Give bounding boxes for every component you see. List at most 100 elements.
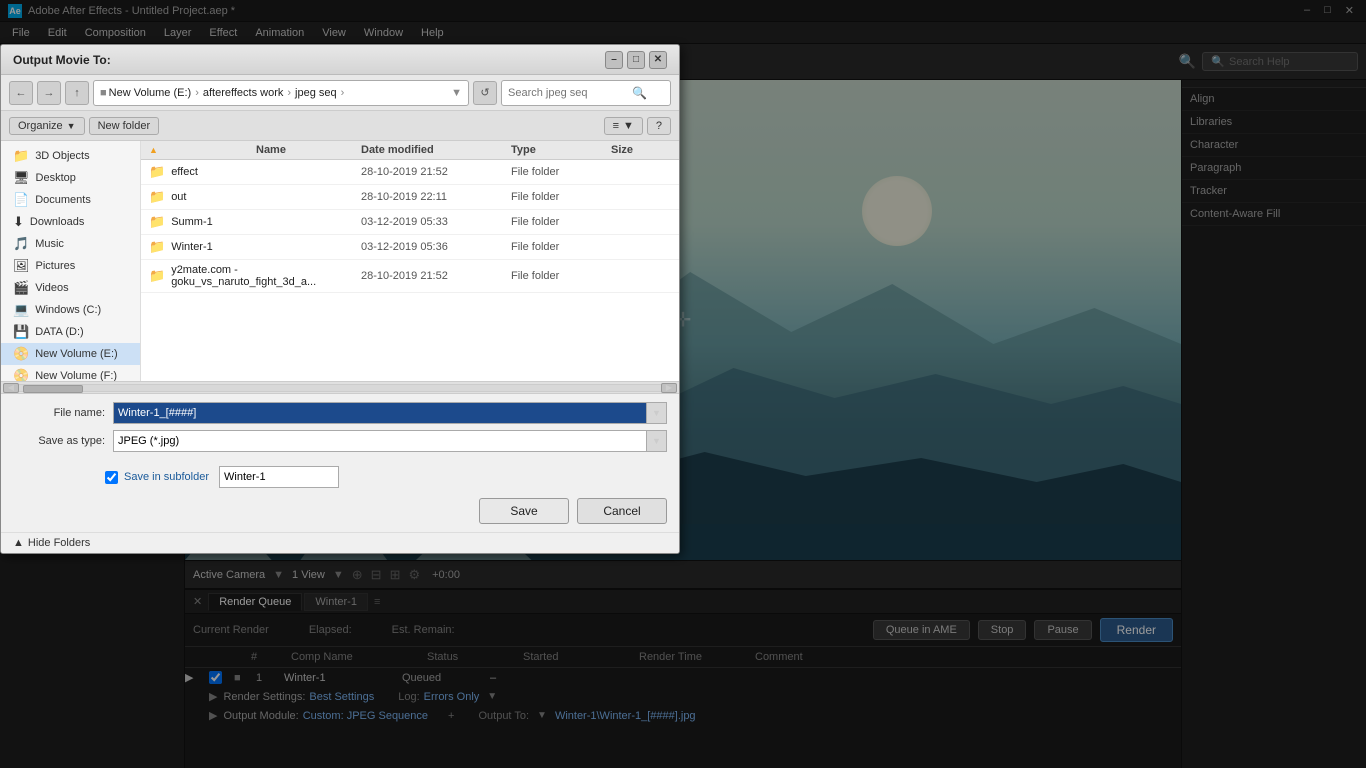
file-name: y2mate.com - goku_vs_naruto_fight_3d_a..… [171, 264, 361, 288]
dialog-overlay: Output Movie To: – □ ✕ ← → ↑ ■ New Volum… [0, 0, 1366, 768]
col-header-name[interactable]: Name [256, 144, 361, 156]
file-row[interactable]: 📁 Summ-1 03-12-2019 05:33 File folder [141, 210, 679, 235]
view-toggle-button[interactable]: ≡ ▼ [604, 117, 643, 135]
scroll-left-btn[interactable]: ◀ [3, 383, 19, 393]
file-list: ▲ Name Date modified Type Size 📁 effect … [141, 141, 679, 381]
help-button[interactable]: ? [647, 117, 671, 135]
file-name: out [171, 191, 361, 203]
dialog-search-box: 🔍 [501, 80, 671, 106]
sidebar-nav: 📁 3D Objects 🖥 Desktop 📄 Documents ⬇ Dow… [1, 141, 141, 381]
breadcrumb-drive[interactable]: New Volume (E:) [109, 87, 192, 99]
view-controls: ≡ ▼ ? [604, 117, 671, 135]
videos-icon: 🎬 [13, 280, 29, 296]
horizontal-scrollbar[interactable]: ◀ ▶ [1, 381, 679, 393]
col-header-type[interactable]: Type [511, 144, 611, 156]
file-name: Winter-1 [171, 241, 361, 253]
sort-name-icon[interactable]: ▲ [149, 145, 254, 155]
drive-d-icon: 💾 [13, 324, 29, 340]
scroll-track [19, 384, 661, 392]
file-name-row: File name: ▼ [13, 402, 667, 424]
file-row[interactable]: 📁 effect 28-10-2019 21:52 File folder [141, 160, 679, 185]
dialog-body: 📁 3D Objects 🖥 Desktop 📄 Documents ⬇ Dow… [1, 141, 679, 381]
dialog-win-controls: – □ ✕ [605, 51, 667, 69]
file-date: 03-12-2019 05:36 [361, 241, 511, 253]
scroll-right-btn[interactable]: ▶ [661, 383, 677, 393]
hide-folders-label[interactable]: Hide Folders [28, 537, 90, 549]
folder-icon: 📁 [149, 189, 165, 205]
pictures-icon: 🖼 [13, 258, 30, 274]
file-name-label: File name: [13, 407, 113, 419]
new-folder-button[interactable]: New folder [89, 117, 160, 135]
save-as-type-row: Save as type: ▼ [13, 430, 667, 452]
organize-dropdown-icon: ▼ [67, 121, 76, 131]
sep2: › [287, 87, 291, 99]
subfolder-name-input[interactable] [219, 466, 339, 488]
save-button[interactable]: Save [479, 498, 569, 524]
folder-icon: 📁 [149, 239, 165, 255]
folder-icon: 📁 [13, 148, 29, 164]
sidebar-new-volume-f[interactable]: 📀 New Volume (F:) [1, 365, 140, 381]
col-header-date[interactable]: Date modified [361, 144, 511, 156]
dialog-search-input[interactable] [508, 87, 628, 99]
sidebar-3d-objects[interactable]: 📁 3D Objects [1, 145, 140, 167]
file-date: 28-10-2019 21:52 [361, 270, 511, 282]
subfolder-label[interactable]: Save in subfolder [124, 471, 209, 483]
dialog-nav: ← → ↑ ■ New Volume (E:) › aftereffects w… [1, 75, 679, 111]
nav-up-button[interactable]: ↑ [65, 81, 89, 105]
hide-folders-toggle[interactable]: ▲ [13, 537, 24, 549]
breadcrumb-subfolder[interactable]: jpeg seq [295, 87, 337, 99]
subfolder-checkbox[interactable] [105, 471, 118, 484]
file-type: File folder [511, 270, 611, 282]
file-name-input[interactable] [113, 402, 647, 424]
documents-icon: 📄 [13, 192, 29, 208]
dialog-minimize-button[interactable]: – [605, 51, 623, 69]
save-as-type-label: Save as type: [13, 435, 113, 447]
sidebar-new-volume-e[interactable]: 📀 New Volume (E:) [1, 343, 140, 365]
sidebar-pictures[interactable]: 🖼 Pictures [1, 255, 140, 277]
folder-icon: 📁 [149, 268, 165, 284]
drive-e-icon: 📀 [13, 346, 29, 362]
dialog-title: Output Movie To: [13, 53, 111, 67]
sidebar-music[interactable]: 🎵 Music [1, 233, 140, 255]
sidebar-data-d[interactable]: 💾 DATA (D:) [1, 321, 140, 343]
sidebar-windows-c[interactable]: 💻 Windows (C:) [1, 299, 140, 321]
folder-icon: 📁 [149, 214, 165, 230]
file-date: 28-10-2019 22:11 [361, 191, 511, 203]
dialog-form: File name: ▼ Save as type: ▼ [1, 393, 679, 466]
save-as-type-input[interactable] [113, 430, 647, 452]
dialog-close-button[interactable]: ✕ [649, 51, 667, 69]
breadcrumb-dropdown-icon[interactable]: ▼ [451, 87, 462, 99]
file-type: File folder [511, 166, 611, 178]
save-as-type-dropdown-icon[interactable]: ▼ [647, 430, 667, 452]
breadcrumb-label: ■ [100, 87, 107, 99]
file-name: effect [171, 166, 361, 178]
subfolder-row: Save in subfolder [1, 466, 679, 488]
dialog-toolbar: Organize ▼ New folder ≡ ▼ ? [1, 111, 679, 141]
file-row[interactable]: 📁 Winter-1 03-12-2019 05:36 File folder [141, 235, 679, 260]
sidebar-downloads[interactable]: ⬇ Downloads [1, 211, 140, 233]
file-row[interactable]: 📁 y2mate.com - goku_vs_naruto_fight_3d_a… [141, 260, 679, 293]
downloads-icon: ⬇ [13, 214, 24, 230]
sidebar-videos[interactable]: 🎬 Videos [1, 277, 140, 299]
hide-folders-row: ▲ Hide Folders [1, 532, 679, 553]
refresh-button[interactable]: ↺ [473, 81, 497, 105]
file-date: 28-10-2019 21:52 [361, 166, 511, 178]
cancel-button[interactable]: Cancel [577, 498, 667, 524]
col-header-size[interactable]: Size [611, 144, 671, 156]
organize-button[interactable]: Organize ▼ [9, 117, 85, 135]
drive-c-icon: 💻 [13, 302, 29, 318]
file-row[interactable]: 📁 out 28-10-2019 22:11 File folder [141, 185, 679, 210]
file-date: 03-12-2019 05:33 [361, 216, 511, 228]
nav-forward-button[interactable]: → [37, 81, 61, 105]
file-type: File folder [511, 216, 611, 228]
scroll-thumb[interactable] [23, 385, 83, 393]
nav-back-button[interactable]: ← [9, 81, 33, 105]
sidebar-documents[interactable]: 📄 Documents [1, 189, 140, 211]
dialog-titlebar: Output Movie To: – □ ✕ [1, 45, 679, 75]
file-list-header: ▲ Name Date modified Type Size [141, 141, 679, 160]
file-name-dropdown-icon[interactable]: ▼ [647, 402, 667, 424]
breadcrumb-folder[interactable]: aftereffects work [203, 87, 284, 99]
sidebar-desktop[interactable]: 🖥 Desktop [1, 167, 140, 189]
music-icon: 🎵 [13, 236, 29, 252]
dialog-maximize-button[interactable]: □ [627, 51, 645, 69]
